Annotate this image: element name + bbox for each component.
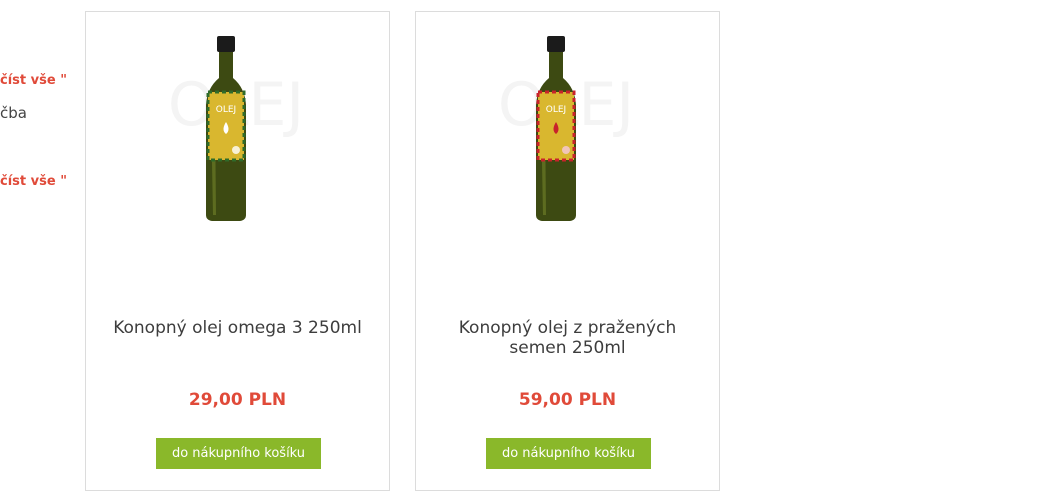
product-image-hemp-oil-bottle[interactable]: OLEJ OLEJ [141,30,331,245]
product-card: OLEJ OLEJ Konopný olej z pražených semen… [415,11,720,491]
product-image-roasted-hemp-oil-bottle[interactable]: OLEJ OLEJ [471,30,661,245]
svg-text:OLEJ: OLEJ [546,105,566,115]
add-to-cart-button[interactable]: do nákupního košíku [486,438,651,469]
svg-text:OLEJ: OLEJ [216,105,236,115]
read-more-link[interactable]: číst vše " [0,174,67,189]
product-title[interactable]: Konopný olej z pražených semen 250ml [416,318,719,358]
product-card: OLEJ OLEJ Konopný olej omega 3 250ml 29,… [85,11,390,491]
product-title[interactable]: Konopný olej omega 3 250ml [86,318,389,338]
add-to-cart-button[interactable]: do nákupního košíku [156,438,321,469]
read-more-link[interactable]: číst vše " [0,73,67,88]
product-price: 59,00 PLN [518,390,617,410]
sidebar-text-fragment: čba [0,104,27,122]
product-price: 29,00 PLN [188,390,287,410]
